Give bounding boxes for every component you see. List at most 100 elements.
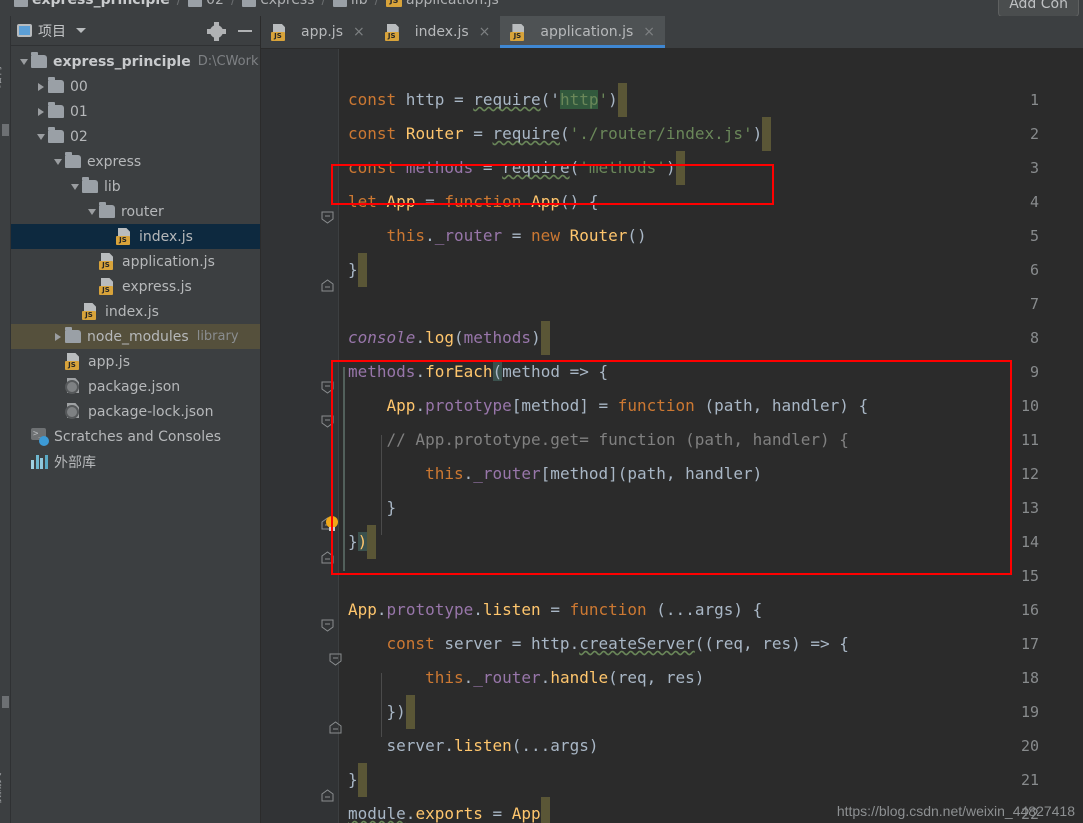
close-icon[interactable]: ×	[643, 24, 655, 40]
chevron-right-icon[interactable]	[34, 108, 48, 116]
tree-row[interactable]: Scratches and Consoles	[11, 424, 260, 449]
vertical-scrollbar[interactable]	[1076, 82, 1083, 823]
tree-row[interactable]: package.json	[11, 374, 260, 399]
ide-window: express_principle / 02 / express / lib /…	[0, 0, 1083, 823]
code-line-4[interactable]: let App = function App() {	[348, 185, 599, 219]
chevron-down-icon[interactable]	[51, 159, 65, 165]
breadcrumb[interactable]: express_principle / 02 / express / lib /…	[14, 0, 499, 8]
editor-tab-application-js[interactable]: application.js ×	[500, 16, 665, 48]
chevron-down-icon[interactable]	[34, 134, 48, 140]
fold-marker-line6[interactable]	[321, 279, 334, 292]
breadcrumb-item-express-principle[interactable]: express_principle	[14, 0, 170, 8]
chevron-down-icon[interactable]	[85, 209, 99, 215]
breadcrumb-label: express_principle	[32, 0, 170, 8]
code-line-14[interactable]: })	[348, 525, 377, 559]
breadcrumb-item-lib[interactable]: lib	[332, 0, 368, 8]
tree-row[interactable]: 00	[11, 74, 260, 99]
fold-marker-line16[interactable]	[321, 619, 334, 632]
folder-icon	[31, 52, 47, 68]
tool-strip-marker	[2, 124, 9, 136]
chevron-down-icon[interactable]	[76, 28, 86, 33]
code-line-8[interactable]: console.log(methods)	[348, 321, 550, 355]
fold-marker-line10[interactable]	[321, 415, 334, 428]
tool-window-label-structure[interactable]: 结构	[0, 65, 4, 88]
tree-row[interactable]: router	[11, 199, 260, 224]
breadcrumb-item-application-js[interactable]: JS application.js	[385, 0, 499, 8]
code-line-6[interactable]: }	[348, 253, 367, 287]
breadcrumb-separator: /	[230, 0, 236, 8]
code-line-20[interactable]: server.listen(...args)	[348, 729, 599, 763]
code-editor[interactable]: 1234567891011121314151617181920212223	[261, 49, 1083, 823]
left-tool-strip[interactable]: 结构 收藏夹	[0, 16, 11, 823]
indent-guide	[381, 435, 382, 535]
fold-marker-line9[interactable]	[321, 381, 334, 394]
editor-tab-bar[interactable]: app.js × index.js × application.js ×	[261, 16, 1083, 49]
close-icon[interactable]: ×	[479, 24, 491, 40]
fold-marker-line4[interactable]	[321, 211, 334, 224]
code-line-16[interactable]: App.prototype.listen = function (...args…	[348, 593, 762, 627]
breadcrumb-item-02[interactable]: 02	[188, 0, 224, 8]
chevron-right-icon[interactable]	[34, 83, 48, 91]
editor-tab-app-js[interactable]: app.js ×	[261, 16, 375, 48]
fold-marker-line14[interactable]	[321, 551, 334, 564]
tree-row[interactable]: package-lock.json	[11, 399, 260, 424]
tree-row[interactable]: 02	[11, 124, 260, 149]
code-line-12[interactable]: this._router[method](path, handler)	[348, 457, 762, 491]
code-line-9[interactable]: methods.forEach(method => {	[348, 355, 608, 389]
tree-row-label: index.js	[105, 303, 159, 320]
breadcrumb-item-express[interactable]: express	[242, 0, 315, 8]
tree-row[interactable]: 01	[11, 99, 260, 124]
code-line-10[interactable]: App.prototype[method] = function (path, …	[348, 389, 869, 423]
tree-row-label: express_principle	[53, 53, 191, 70]
tree-row[interactable]: express.js	[11, 274, 260, 299]
editor-tab-label: application.js	[540, 24, 634, 40]
code-line-18[interactable]: this._router.handle(req, res)	[348, 661, 704, 695]
project-panel-title[interactable]: 项目	[17, 21, 86, 41]
code-line-21[interactable]: }	[348, 763, 367, 797]
project-tree[interactable]: express_principle D:\CWork 00 01 02 express li…	[11, 46, 260, 474]
breadcrumb-bar: express_principle / 02 / express / lib /…	[0, 0, 1083, 16]
tree-row[interactable]: app.js	[11, 349, 260, 374]
tree-row[interactable]: node_modules library	[11, 324, 260, 349]
tree-row[interactable]: index.js	[11, 224, 260, 249]
tree-row[interactable]: index.js	[11, 299, 260, 324]
code-line-1[interactable]: const http = require('http')	[348, 83, 627, 117]
editor-tab-label: app.js	[301, 24, 343, 40]
gear-icon[interactable]	[207, 24, 226, 39]
close-icon[interactable]: ×	[353, 24, 365, 40]
editor-tab-label: index.js	[414, 24, 469, 40]
code-line-2[interactable]: const Router = require('./router/index.j…	[348, 117, 772, 151]
tree-row[interactable]: express	[11, 149, 260, 174]
tree-row-label: lib	[104, 178, 121, 195]
tree-row[interactable]: express_principle D:\CWork	[11, 49, 260, 74]
add-configuration-button[interactable]: Add Con	[998, 0, 1079, 16]
folder-icon	[14, 0, 28, 7]
editor-gutter[interactable]	[261, 49, 339, 823]
code-line-22[interactable]: module.exports = App	[348, 797, 550, 823]
intention-bulb-icon[interactable]	[325, 516, 339, 532]
tool-window-label-favorites[interactable]: 收藏夹	[0, 772, 4, 806]
breadcrumb-separator: /	[374, 0, 379, 8]
tree-row-label: node_modules	[87, 328, 189, 345]
fold-marker-line21[interactable]	[321, 789, 334, 802]
code-line-13[interactable]: }	[348, 491, 397, 525]
chevron-right-icon[interactable]	[51, 333, 65, 341]
chevron-down-icon[interactable]	[68, 184, 82, 190]
breadcrumb-label: application.js	[405, 0, 499, 8]
code-content[interactable]: const http = require('http') const Route…	[339, 49, 1083, 823]
tree-row[interactable]: application.js	[11, 249, 260, 274]
code-line-5[interactable]: this._router = new Router()	[348, 219, 647, 253]
folder-icon	[65, 327, 81, 343]
code-line-11[interactable]: // App.prototype.get= function (path, ha…	[348, 423, 849, 457]
code-line-17[interactable]: const server = http.createServer((req, r…	[348, 627, 849, 661]
tree-row-label: express.js	[122, 278, 192, 295]
folder-icon	[188, 0, 203, 7]
js-file-icon	[99, 278, 116, 295]
tree-row-label: package-lock.json	[88, 403, 214, 420]
chevron-down-icon[interactable]	[17, 59, 31, 65]
tree-row[interactable]: 外部库	[11, 449, 260, 474]
editor-tab-index-js[interactable]: index.js ×	[375, 16, 501, 48]
tree-row[interactable]: lib	[11, 174, 260, 199]
code-line-3[interactable]: const methods = require('methods')	[348, 151, 685, 185]
minimize-icon[interactable]	[238, 30, 252, 32]
